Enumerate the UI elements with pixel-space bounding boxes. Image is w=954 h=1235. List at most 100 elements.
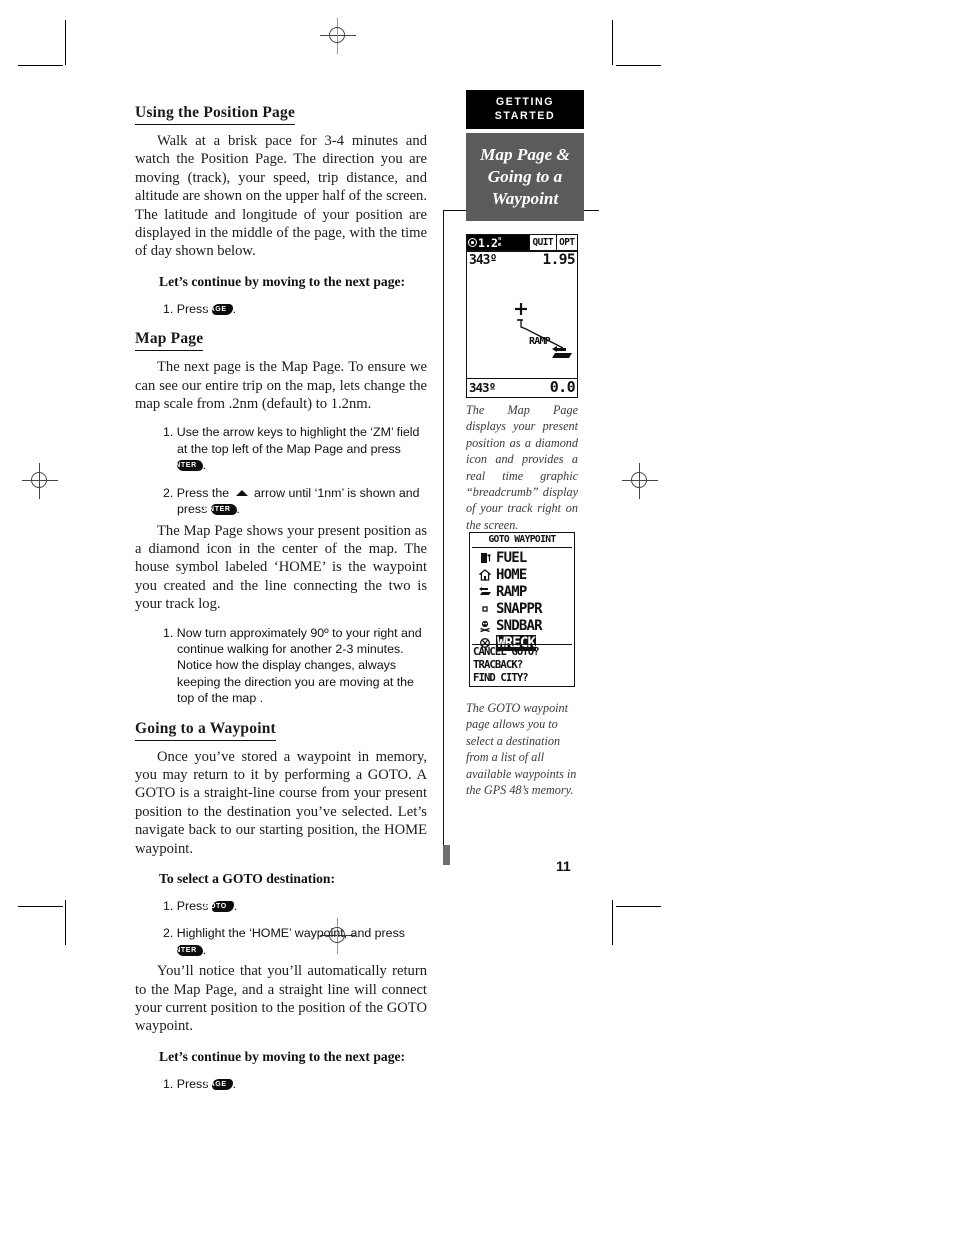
waypoint-name: HOME <box>496 566 527 583</box>
list-item[interactable]: RAMP <box>470 583 574 600</box>
step-press-page-2: 1. Press PAGE. <box>163 1076 427 1092</box>
step-period: . <box>233 899 238 913</box>
opt-soft-button[interactable]: OPT <box>555 235 577 250</box>
step-period: . <box>232 301 237 316</box>
step-press-goto: 1. Press GOTO. <box>163 898 427 914</box>
crop-mark-bottom-left-v <box>65 900 66 945</box>
step-highlight-zm-field: 1. Use the arrow keys to highlight the ‘… <box>163 424 427 473</box>
waypoint-name: SNDBAR <box>496 617 543 634</box>
zoom-scale-unit: n m <box>498 237 501 248</box>
sidebar-end-marker <box>443 845 450 865</box>
step-period: . <box>236 502 240 517</box>
registration-mark-top <box>320 18 356 54</box>
goto-waypoint-list: FUEL HOME RAMP SNAPPR SNDBAR WRECK <box>470 549 574 651</box>
paragraph-goto-result: You’ll notice that you’ll automatically … <box>135 963 427 1035</box>
main-text-column: Using the Position Page Walk at a brisk … <box>135 104 427 1092</box>
map-bottom-value: 0.0 <box>549 378 576 396</box>
heading-going-to-a-waypoint: Going to a Waypoint <box>135 720 276 741</box>
crop-mark-bottom-right-v <box>612 900 613 945</box>
section-map-page: Map Page The next page is the Map Page. … <box>135 330 427 706</box>
crop-mark-top-left-h <box>18 65 63 66</box>
step-press-up-arrow: 2. Press the arrow until ‘1nm’ is shown … <box>163 485 427 518</box>
list-item[interactable]: SNAPPR <box>470 600 574 617</box>
heading-using-the-position-page: Using the Position Page <box>135 104 296 125</box>
map-track-distance-row: 343º 1.95 <box>467 252 577 268</box>
goto-page-title: GOTO WAYPOINT <box>488 534 556 545</box>
map-track-svg <box>515 303 572 358</box>
step-text: 1. Press <box>163 301 209 316</box>
goto-key-icon: GOTO <box>204 901 234 912</box>
quit-soft-button[interactable]: QUIT <box>529 235 556 250</box>
list-item[interactable]: SNDBAR <box>470 617 574 634</box>
page-number: 11 <box>556 858 571 874</box>
enter-key-icon: ENTER <box>204 504 237 516</box>
map-bottom-bearing: 343º <box>469 380 496 395</box>
topic-line1: Map Page & <box>480 145 570 164</box>
sidebar-rule-vertical <box>443 210 445 846</box>
chapter-header-banner: GETTING STARTED <box>466 90 584 129</box>
boat-ramp-icon <box>477 586 493 597</box>
zoom-scale-field[interactable]: 1.2 n m <box>467 235 529 250</box>
topic-line2: Going to a <box>487 167 563 186</box>
caption-goto-waypoint: The GOTO waypoint page allows you to sel… <box>466 701 577 798</box>
list-item[interactable]: HOME <box>470 566 574 583</box>
gps-goto-waypoint-screenshot: GOTO WAYPOINT FUEL HOME RAMP SNAPPR SNDB… <box>469 532 575 687</box>
step-period: . <box>202 458 207 473</box>
waypoint-name: FUEL <box>496 549 527 566</box>
zoom-unit-bottom: m <box>498 241 501 248</box>
leadin-next-page-2: Let’s continue by moving to the next pag… <box>159 1048 406 1064</box>
topic-line3: Waypoint <box>491 189 559 208</box>
step-text: 2. Highlight the ‘HOME’ waypoint, and pr… <box>163 926 405 941</box>
house-icon <box>477 568 493 581</box>
step-text: 1. Press <box>163 1076 209 1091</box>
step-period: . <box>202 942 207 957</box>
registration-mark-right <box>622 463 658 499</box>
paragraph-map-page: The next page is the Map Page. To ensure… <box>135 359 427 413</box>
paragraph-position-page: Walk at a brisk pace for 3-4 minutes and… <box>135 133 427 260</box>
topic-header-banner: Map Page & Going to a Waypoint <box>466 133 584 221</box>
ramp-waypoint-label: RAMP <box>529 336 551 347</box>
step-text: 2. Press the <box>163 485 230 500</box>
leadin-select-goto-destination: To select a GOTO destination: <box>159 871 335 886</box>
step-period: . <box>232 1076 237 1091</box>
map-trip-distance: 1.95 <box>542 252 575 268</box>
step-turn-90-degrees: 1. Now turn approximately 90º to your ri… <box>163 625 422 706</box>
step-text: 1. Use the arrow keys to highlight the ‘… <box>163 425 420 456</box>
leadin-next-page-1: Let’s continue by moving to the next pag… <box>159 273 406 289</box>
goto-options-divider <box>472 643 572 645</box>
map-top-bar: 1.2 n m QUIT OPT <box>467 235 577 250</box>
crop-mark-top-left-v <box>65 20 66 65</box>
section-going-to-a-waypoint: Going to a Waypoint Once you’ve stored a… <box>135 720 427 1093</box>
crop-mark-top-right-h <box>616 65 661 66</box>
goto-options-list: CANCEL GOTO? TRACBACK? FIND CITY? <box>473 646 572 685</box>
caption-map-page: The Map Page displays your present posit… <box>466 403 578 532</box>
zoom-scale-value: 1.2 <box>478 235 498 250</box>
gps-map-page-screenshot: 1.2 n m QUIT OPT 343º 1.95 RAMP 343º 0.0 <box>466 234 578 398</box>
skull-icon <box>477 620 493 632</box>
chapter-label-line1: GETTING <box>495 96 555 108</box>
zoom-scale-icon <box>468 238 477 247</box>
step-press-page-1: 1. Press PAGE. <box>163 301 427 317</box>
step-text: 1. Press <box>163 899 209 913</box>
page-key-icon: PAGE <box>205 1078 233 1090</box>
up-arrow-icon <box>235 489 248 496</box>
registration-mark-left <box>22 463 58 499</box>
crop-mark-bottom-left-h <box>18 906 63 907</box>
section-using-position-page: Using the Position Page Walk at a brisk … <box>135 104 427 317</box>
step-highlight-home-waypoint: 2. Highlight the ‘HOME’ waypoint, and pr… <box>163 925 427 958</box>
cancel-goto-option[interactable]: CANCEL GOTO? <box>473 646 572 659</box>
present-position-icon <box>515 303 527 315</box>
find-city-option[interactable]: FIND CITY? <box>473 672 572 685</box>
waypoint-name: SNAPPR <box>496 600 543 617</box>
paragraph-going-to-waypoint: Once you’ve stored a waypoint in memory,… <box>135 748 427 857</box>
crop-mark-bottom-right-h <box>616 906 661 907</box>
map-track-bearing: 343º <box>469 253 497 268</box>
tracback-option[interactable]: TRACBACK? <box>473 659 572 672</box>
heading-map-page: Map Page <box>135 330 204 352</box>
list-item[interactable]: FUEL <box>470 549 574 566</box>
fuel-pump-icon <box>477 552 493 564</box>
paragraph-map-page-2: The Map Page shows your present position… <box>135 522 427 613</box>
chapter-label-line2: STARTED <box>494 109 556 122</box>
crop-mark-top-right-v <box>612 20 613 65</box>
enter-key-icon: ENTER <box>170 944 203 956</box>
